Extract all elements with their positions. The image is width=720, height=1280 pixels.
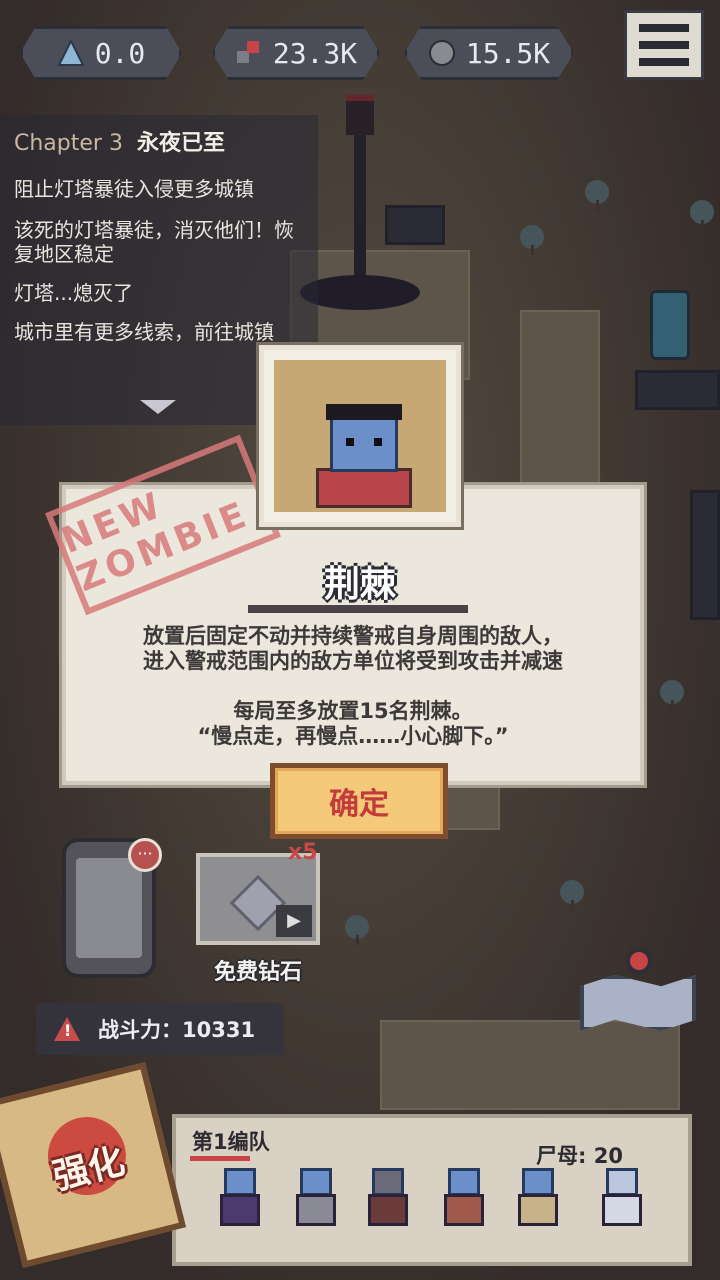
quest-item[interactable]: 阻止灯塔暴徒入侵更多城镇 — [14, 177, 310, 201]
menu-icon-bar — [639, 41, 689, 49]
quest-item[interactable]: 城市里有更多线索，前往城镇 — [14, 320, 310, 344]
team-unit-slot[interactable] — [596, 1168, 648, 1238]
quest-item[interactable]: 该死的灯塔暴徒，消灭他们！恢复地区稳定 — [14, 218, 310, 266]
zombie-body — [316, 468, 412, 508]
map-pin-icon — [626, 948, 652, 974]
expand-arrow-icon[interactable] — [140, 400, 176, 414]
team-unit-slot[interactable] — [290, 1168, 342, 1238]
description-line: 进入警戒范围内的敌方单位将受到攻击并减速 — [143, 649, 563, 673]
brain-orb-icon — [428, 39, 456, 67]
resource-gems[interactable]: 0.0 — [20, 26, 182, 80]
zombie-name: 荆棘 — [323, 564, 396, 605]
chapter-heading: Chapter 3 永夜已至 — [14, 125, 225, 157]
placement-limit-text: 每局至多放置15名荆棘。 — [233, 699, 473, 723]
video-play-icon: ▶ — [276, 905, 312, 937]
zombie-hair — [326, 404, 402, 420]
team-name-underline — [190, 1156, 250, 1161]
menu-icon-bar — [639, 58, 689, 66]
phone-notification-badge: ··· — [128, 838, 162, 872]
zombie-head — [330, 412, 398, 472]
resource-blood[interactable]: 23.3K — [212, 26, 380, 80]
zombie-eye — [346, 438, 354, 446]
team-name[interactable]: 第1编队 — [192, 1126, 270, 1156]
triangle-gem-icon — [57, 38, 85, 67]
description-line: 放置后固定不动并持续警戒自身周围的敌人， — [143, 624, 563, 648]
free-diamond-label: 免费钻石 — [213, 960, 302, 985]
menu-button[interactable] — [624, 10, 704, 80]
warning-icon — [54, 1017, 80, 1041]
zombie-eye — [374, 438, 382, 446]
free-diamond-count: x5 — [288, 840, 318, 865]
resource-blood-value: 23.3K — [272, 36, 358, 70]
resource-brain-value: 15.5K — [465, 36, 551, 70]
combat-power-value: 10331 — [182, 1018, 256, 1042]
combat-power-panel: 战斗力：10331 — [36, 1003, 284, 1055]
team-unit-slot[interactable] — [512, 1168, 564, 1238]
resource-gems-value: 0.0 — [94, 36, 146, 70]
blood-cells-icon — [235, 39, 263, 67]
team-unit-slot[interactable] — [438, 1168, 490, 1238]
zombie-quote: “慢点走，再慢点……小心脚下。” — [197, 724, 509, 748]
team-unit-slot[interactable] — [362, 1168, 414, 1238]
confirm-button[interactable]: 确定 — [270, 763, 448, 839]
team-unit-slot[interactable] — [214, 1168, 266, 1238]
title-divider — [248, 605, 468, 613]
quest-item[interactable]: 灯塔...熄灭了 — [14, 281, 310, 305]
chapter-number: Chapter 3 — [14, 131, 123, 156]
combat-power-label: 战斗力： — [98, 1018, 182, 1042]
world-map-button[interactable] — [580, 975, 696, 1031]
resource-brain[interactable]: 15.5K — [404, 26, 574, 80]
free-diamond-button[interactable]: ▶ — [196, 853, 320, 945]
menu-icon-bar — [639, 24, 689, 32]
chapter-name: 永夜已至 — [136, 131, 225, 156]
phone-screen — [76, 858, 142, 958]
zombie-portrait — [259, 345, 461, 527]
team-capacity: 尸母: 20 — [536, 1144, 623, 1168]
